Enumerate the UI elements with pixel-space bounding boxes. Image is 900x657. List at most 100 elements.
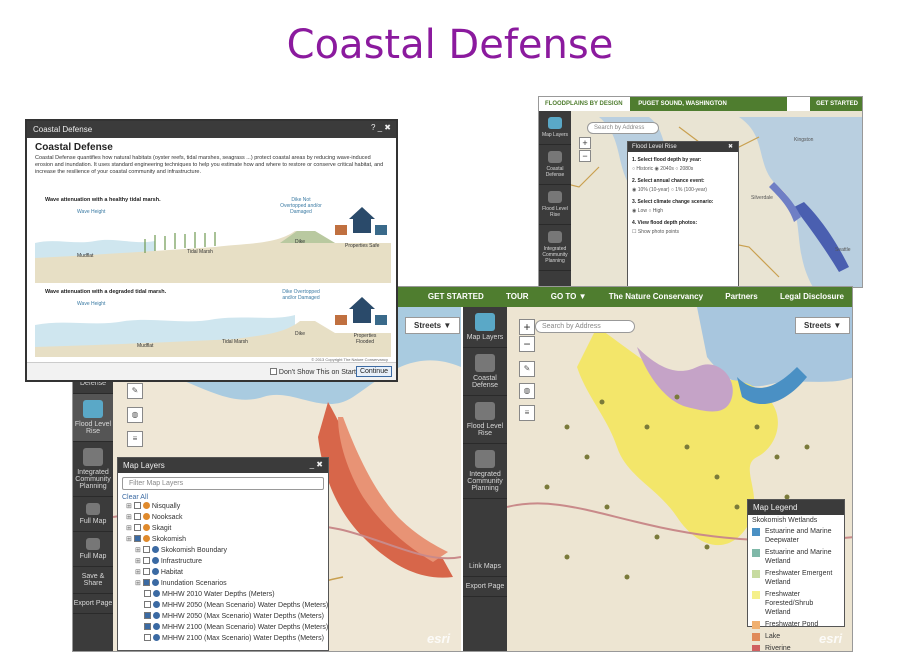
layer-checkbox[interactable] [134, 513, 141, 520]
sidebar-item-integrated-planning[interactable]: Integrated Community Planning [539, 225, 571, 271]
layer-row[interactable]: ⊞ Nooksack [126, 512, 320, 523]
nav-go-to[interactable]: GO TO ▼ [541, 287, 597, 307]
layer-row[interactable]: MHHW 2100 (Max Scenario) Water Depths (M… [126, 633, 320, 644]
measure-icon[interactable]: ✎ [127, 383, 143, 399]
opt-10pct[interactable]: 10% (10-year) [638, 187, 670, 193]
export-page-button-right[interactable]: Export Page [463, 577, 507, 597]
save-share-button[interactable]: Save & Share [73, 567, 113, 594]
expand-icon[interactable]: ⊞ [126, 536, 134, 543]
layer-checkbox[interactable] [134, 502, 141, 509]
get-started-link[interactable]: GET STARTED [810, 97, 863, 111]
info-icon[interactable] [152, 557, 159, 564]
expand-icon[interactable]: ⊞ [126, 514, 134, 521]
info-icon[interactable] [152, 579, 159, 586]
sidebar-item-flood-level-rise[interactable]: Flood Level Rise [539, 185, 571, 225]
nav-nature-conservancy[interactable]: The Nature Conservancy [599, 287, 713, 307]
map-point-marker[interactable] [705, 545, 710, 550]
link-maps-button[interactable]: Link Maps [463, 557, 507, 577]
full-map-button-2[interactable]: Full Map [73, 532, 113, 567]
layer-row[interactable]: MHHW 2010 Water Depths (Meters) [126, 589, 320, 600]
sidebar-item-integrated-planning[interactable]: Integrated Community Planning [73, 442, 113, 497]
nav-partners[interactable]: Partners [715, 287, 767, 307]
info-icon[interactable] [153, 634, 160, 641]
basemap-dropdown-right[interactable]: Streets ▼ [795, 317, 850, 334]
zoom-out-button[interactable]: − [519, 336, 535, 352]
layer-checkbox[interactable] [144, 634, 151, 641]
zoom-in-button[interactable]: + [579, 137, 591, 149]
opt-2080s[interactable]: 2080s [680, 166, 694, 172]
map-point-marker[interactable] [805, 445, 810, 450]
sidebar-item-map-layers[interactable]: Map Layers [539, 111, 571, 145]
opt-high[interactable]: High [653, 208, 663, 214]
layer-checkbox[interactable] [143, 546, 150, 553]
layer-row[interactable]: ⊞ Habitat [126, 567, 320, 578]
checkbox-icon[interactable] [270, 368, 277, 375]
layer-checkbox[interactable] [143, 579, 150, 586]
map-point-marker[interactable] [605, 505, 610, 510]
map-point-marker[interactable] [715, 475, 720, 480]
map-point-marker[interactable] [600, 400, 605, 405]
info-icon[interactable] [143, 513, 150, 520]
layer-checkbox[interactable] [143, 557, 150, 564]
layer-checkbox[interactable] [144, 601, 151, 608]
map-point-marker[interactable] [625, 575, 630, 580]
nav-tour[interactable]: TOUR [496, 287, 539, 307]
sidebar-item-coastal-defense[interactable]: Coastal Defense [539, 145, 571, 185]
opt-historic[interactable]: Historic [636, 166, 653, 172]
info-icon[interactable] [143, 502, 150, 509]
map-point-marker[interactable] [675, 395, 680, 400]
sidebar-item-flood-level-rise[interactable]: Flood Level Rise [463, 396, 507, 444]
full-map-button-1[interactable]: Full Map [73, 497, 113, 532]
layer-row[interactable]: ⊞ Nisqually [126, 501, 320, 512]
sidebar-item-map-layers[interactable]: Map Layers [463, 307, 507, 348]
info-icon[interactable] [153, 590, 160, 597]
close-icon[interactable]: ✖ [728, 143, 733, 150]
list-icon[interactable]: ≡ [127, 431, 143, 447]
layer-checkbox[interactable] [134, 535, 141, 542]
layer-row[interactable]: ⊞ Infrastructure [126, 556, 320, 567]
opt-low[interactable]: Low [638, 208, 647, 214]
sidebar-item-coastal-defense[interactable]: Coastal Defense [463, 348, 507, 396]
list-icon[interactable]: ≡ [519, 405, 535, 421]
info-icon[interactable] [152, 568, 159, 575]
continue-button[interactable]: Continue [356, 366, 392, 377]
layer-row[interactable]: ⊞ Skokomish Boundary [126, 545, 320, 556]
expand-icon[interactable]: ⊞ [126, 525, 134, 532]
expand-icon[interactable]: ⊞ [135, 580, 143, 587]
layer-row[interactable]: ⊞ Skagit [126, 523, 320, 534]
measure-icon[interactable]: ✎ [519, 361, 535, 377]
window-controls[interactable]: ? _ ✖ [371, 123, 391, 132]
info-icon[interactable] [143, 524, 150, 531]
layer-row[interactable]: ⊞ Skokomish [126, 534, 320, 545]
map-point-marker[interactable] [775, 455, 780, 460]
nav-legal[interactable]: Legal Disclosure [770, 287, 853, 307]
opt-2040s[interactable]: 2040s [660, 166, 674, 172]
expand-icon[interactable]: ⊞ [135, 547, 143, 554]
info-icon[interactable] [143, 535, 150, 542]
nav-get-started[interactable]: GET STARTED [418, 287, 494, 307]
sidebar-item-flood-level-rise[interactable]: Flood Level Rise [73, 394, 113, 442]
dont-show-checkbox[interactable]: Don't Show This on Start [270, 368, 356, 376]
layer-row[interactable]: ⊞ Inundation Scenarios [126, 578, 320, 589]
expand-icon[interactable]: ⊞ [135, 558, 143, 565]
search-input[interactable]: Search by Address [535, 320, 635, 333]
map-point-marker[interactable] [645, 425, 650, 430]
layer-row[interactable]: MHHW 2050 (Mean Scenario) Water Depths (… [126, 600, 320, 611]
map-point-marker[interactable] [755, 425, 760, 430]
close-icon[interactable]: _ ✖ [310, 460, 323, 469]
show-photo-points-checkbox[interactable]: Show photo points [638, 229, 679, 235]
layer-row[interactable]: MHHW 2100 (Mean Scenario) Water Depths (… [126, 622, 320, 633]
basemap-dropdown[interactable]: Streets ▼ [405, 317, 460, 334]
sidebar-item-integrated-planning[interactable]: Integrated Community Planning [463, 444, 507, 499]
filter-layers-input[interactable]: Filter Map Layers [122, 477, 324, 490]
globe-icon[interactable]: ◍ [127, 407, 143, 423]
info-icon[interactable] [153, 601, 160, 608]
opt-1pct[interactable]: 1% (100-year) [675, 187, 707, 193]
layer-checkbox[interactable] [143, 568, 150, 575]
map-point-marker[interactable] [545, 485, 550, 490]
map-point-marker[interactable] [735, 505, 740, 510]
expand-icon[interactable]: ⊞ [126, 503, 134, 510]
zoom-out-button[interactable]: − [579, 150, 591, 162]
map-point-marker[interactable] [565, 425, 570, 430]
clear-all-link[interactable]: Clear All [118, 494, 328, 501]
